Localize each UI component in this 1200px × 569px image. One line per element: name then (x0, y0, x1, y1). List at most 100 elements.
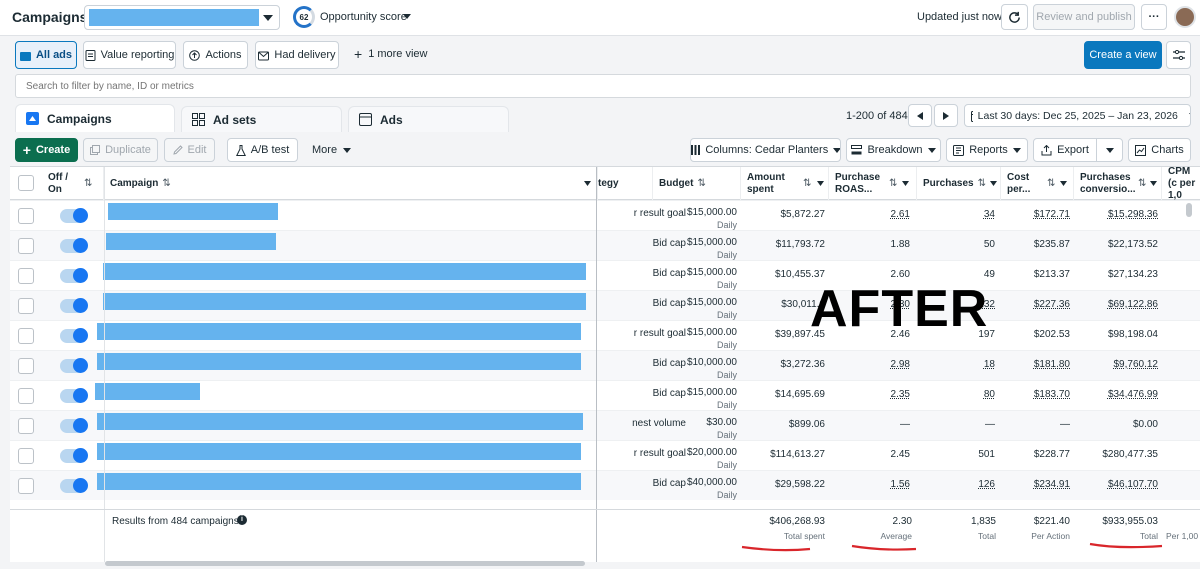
header-off-on[interactable]: Off / On ⇅ (42, 167, 104, 200)
table-row[interactable]: Bid cap $15,000.00 Daily $14,695.69 2.35 80 $1… (10, 380, 1200, 410)
tab-ads[interactable]: Ads (348, 106, 509, 132)
charts-button[interactable]: Charts (1128, 138, 1191, 162)
campaign-toggle[interactable] (60, 328, 88, 343)
opportunity-score-label[interactable]: Opportunity score (320, 11, 407, 23)
table-row[interactable]: Bid cap $15,000.00 Daily $30,011.0 2.30 132 $2… (10, 290, 1200, 320)
budget-cell[interactable]: $30.00 Daily (653, 411, 737, 441)
table-row[interactable]: Bid cap $40,000.00 Daily $29,598.22 1.56 126 $… (10, 470, 1200, 500)
search-bar[interactable] (15, 74, 1191, 98)
row-checkbox[interactable] (18, 418, 34, 434)
reports-dropdown[interactable]: Reports (946, 138, 1028, 162)
purchases-value: 49 (983, 269, 995, 280)
info-icon[interactable]: i (237, 515, 247, 525)
view-settings-button[interactable] (1166, 41, 1191, 69)
campaign-name-redacted[interactable] (103, 293, 586, 310)
campaign-toggle[interactable] (60, 268, 88, 283)
tab-ad-sets[interactable]: Ad sets (181, 106, 342, 132)
header-purchase-roas[interactable]: Purchase ROAS... ⇅ (829, 167, 917, 200)
search-input[interactable] (16, 75, 1190, 97)
budget-cell[interactable]: $15,000.00 Daily (653, 321, 737, 351)
breakdown-dropdown[interactable]: Breakdown (846, 138, 941, 162)
select-all-checkbox[interactable] (18, 175, 34, 191)
header-budget[interactable]: Budget ⇅ (653, 167, 741, 200)
row-checkbox[interactable] (18, 328, 34, 344)
row-checkbox[interactable] (18, 448, 34, 464)
table-row[interactable]: r result goal $15,000.00 Daily $39,897.45 2.… (10, 320, 1200, 350)
row-checkbox[interactable] (18, 238, 34, 254)
budget-cell[interactable]: $10,000.00 Daily (653, 351, 737, 381)
table-row[interactable]: r result goal $15,000.00 Daily $5,872.27 2.6… (10, 200, 1200, 230)
account-selector[interactable] (84, 5, 280, 30)
campaign-toggle[interactable] (60, 358, 88, 373)
table-row[interactable]: Bid cap $15,000.00 Daily $11,793.72 1.88 50 $2… (10, 230, 1200, 260)
campaign-toggle[interactable] (60, 238, 88, 253)
budget-cell[interactable]: $15,000.00 Daily (653, 231, 737, 261)
row-checkbox[interactable] (18, 268, 34, 284)
campaign-toggle[interactable] (60, 418, 88, 433)
duplicate-button[interactable]: Duplicate (83, 138, 158, 162)
campaign-name-redacted[interactable] (97, 323, 581, 340)
header-cost-per[interactable]: Cost per... ⇅ (1001, 167, 1074, 200)
row-checkbox[interactable] (18, 298, 34, 314)
campaign-toggle[interactable] (60, 208, 88, 223)
table-row[interactable]: Bid cap $10,000.00 Daily $3,272.36 2.98 18 $18… (10, 350, 1200, 380)
campaign-name-redacted[interactable] (95, 383, 200, 400)
more-views-link[interactable]: + 1 more view (354, 47, 427, 61)
opportunity-score-gauge[interactable]: 62 (293, 6, 315, 28)
edit-button[interactable]: Edit (164, 138, 215, 162)
view-had-delivery[interactable]: Had delivery (255, 41, 339, 69)
table-row[interactable]: r result goal $20,000.00 Daily $114,613.27 2… (10, 440, 1200, 470)
header-bid-strategy[interactable]: tegy (598, 167, 653, 200)
date-range-picker[interactable]: Last 30 days: Dec 25, 2025 – Jan 23, 202… (964, 104, 1191, 127)
horizontal-scrollbar[interactable] (105, 561, 585, 566)
budget-cell[interactable]: $20,000.00 Daily (653, 441, 737, 471)
row-checkbox[interactable] (18, 208, 34, 224)
campaign-name-redacted[interactable] (103, 263, 586, 280)
previous-page-button[interactable] (908, 104, 932, 127)
campaign-name-redacted[interactable] (106, 233, 276, 250)
campaign-name-redacted[interactable] (108, 203, 278, 220)
campaign-name-redacted[interactable] (97, 353, 581, 370)
row-checkbox[interactable] (18, 388, 34, 404)
refresh-button[interactable] (1001, 4, 1028, 30)
budget-cell[interactable]: $15,000.00 Daily (653, 381, 737, 411)
ab-test-button[interactable]: A/B test (227, 138, 298, 162)
tab-campaigns[interactable]: Campaigns (15, 104, 175, 132)
campaign-name-redacted[interactable] (97, 443, 581, 460)
campaign-name-redacted[interactable] (97, 413, 583, 430)
budget-cell[interactable]: $15,000.00 Daily (653, 291, 737, 321)
view-value-reporting[interactable]: Value reporting (83, 41, 176, 69)
budget-cell[interactable]: $40,000.00 Daily (653, 471, 737, 501)
row-checkbox[interactable] (18, 358, 34, 374)
campaign-toggle[interactable] (60, 448, 88, 463)
campaign-name-redacted[interactable] (97, 473, 581, 490)
columns-dropdown[interactable]: Columns: Cedar Planters (690, 138, 841, 162)
purchases-conversion-cell: $22,173.52 (1074, 231, 1158, 261)
budget-cell[interactable]: $15,000.00 Daily (653, 261, 737, 291)
table-row[interactable]: Bid cap $15,000.00 Daily $10,455.37 2.60 49 $2… (10, 260, 1200, 290)
avatar[interactable] (1174, 6, 1196, 28)
row-checkbox[interactable] (18, 478, 34, 494)
next-page-button[interactable] (934, 104, 958, 127)
create-button[interactable]: + Create (15, 138, 78, 162)
review-publish-button[interactable]: Review and publish (1033, 4, 1135, 30)
header-campaign[interactable]: Campaign ⇅ (104, 167, 598, 200)
view-actions[interactable]: Actions (183, 41, 248, 69)
table-row[interactable]: nest volume $30.00 Daily $899.06— — — $0.00 (10, 410, 1200, 440)
view-all-ads[interactable]: All ads (15, 41, 77, 69)
header-amount-spent[interactable]: Amount spent ⇅ (741, 167, 829, 200)
campaign-toggle[interactable] (60, 478, 88, 493)
header-purchases[interactable]: Purchases ⇅ (917, 167, 1001, 200)
campaign-toggle[interactable] (60, 388, 88, 403)
create-view-button[interactable]: Create a view (1084, 41, 1162, 69)
export-button[interactable]: Export (1033, 138, 1097, 162)
campaign-toggle[interactable] (60, 298, 88, 313)
header-cpm[interactable]: CPM (c per 1,0 (1162, 167, 1200, 201)
budget-cell[interactable]: $15,000.00 Daily (653, 201, 737, 231)
vertical-scrollbar[interactable] (1186, 203, 1192, 217)
budget-type: Daily (716, 490, 737, 500)
export-options-dropdown[interactable] (1096, 138, 1123, 162)
more-menu-button[interactable]: More (312, 144, 352, 156)
more-options-button[interactable]: ··· (1141, 4, 1167, 30)
header-purchases-conversion[interactable]: Purchases conversio... ⇅ (1074, 167, 1162, 200)
